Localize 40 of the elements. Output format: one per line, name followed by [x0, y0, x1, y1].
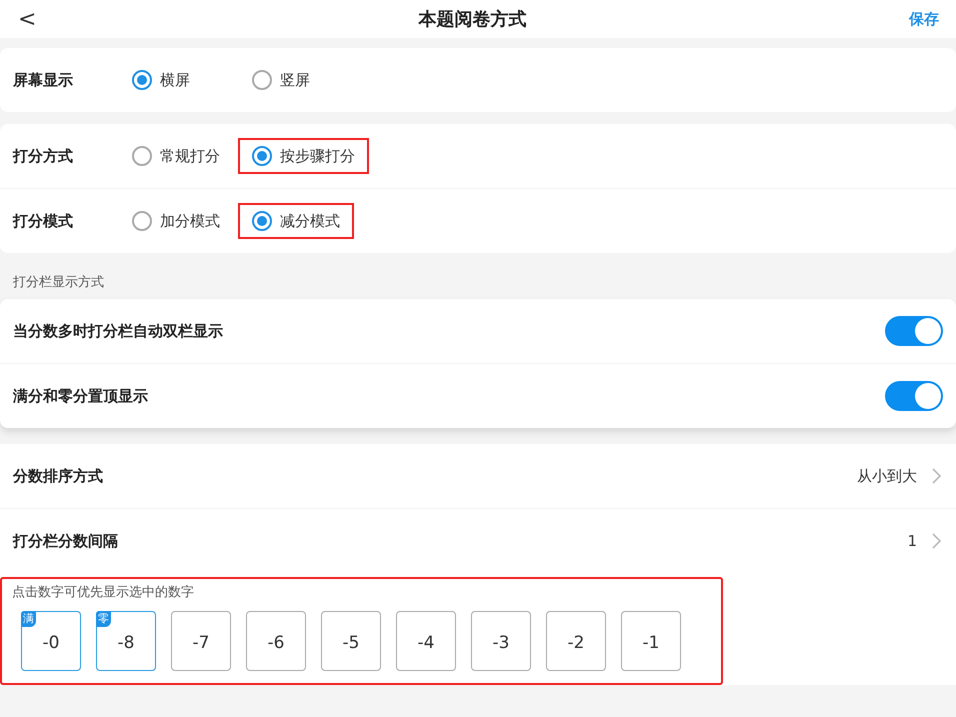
radio-label[interactable]: 减分模式 — [280, 212, 340, 230]
toggle-switch[interactable] — [885, 316, 943, 346]
radio-button[interactable] — [132, 146, 152, 166]
radio-label[interactable]: 竖屏 — [280, 70, 310, 90]
page-title: 本题阅卷方式 — [418, 8, 527, 31]
chevron-right-icon[interactable] — [931, 532, 943, 550]
setting-label: 当分数多时打分栏自动双栏显示 — [13, 322, 223, 340]
score-button[interactable]: -6 — [246, 611, 306, 671]
setting-value: 从小到大 — [857, 466, 917, 486]
score-button[interactable]: 零 -8 — [96, 611, 156, 671]
setting-value: 1 — [907, 532, 917, 550]
score-button[interactable]: 满 -0 — [21, 611, 81, 671]
radio-label[interactable]: 常规打分 — [160, 146, 220, 166]
setting-label: 打分栏分数间隔 — [13, 532, 118, 550]
radio-label[interactable]: 按步骤打分 — [280, 146, 355, 166]
score-badge: 零 — [96, 611, 111, 627]
radio-button[interactable] — [252, 146, 272, 166]
score-button[interactable]: -5 — [321, 611, 381, 671]
setting-label: 打分方式 — [13, 146, 74, 166]
radio-button[interactable] — [252, 211, 272, 231]
setting-label: 打分模式 — [13, 212, 74, 230]
radio-button[interactable] — [252, 70, 272, 90]
setting-label: 满分和零分置顶显示 — [13, 386, 148, 406]
radio-label[interactable]: 加分模式 — [160, 212, 220, 230]
score-button[interactable]: -4 — [396, 611, 456, 671]
back-button[interactable]: < — [18, 6, 36, 32]
hint-text: 点击数字可优先显示选中的数字 — [12, 584, 195, 601]
radio-button[interactable] — [132, 211, 152, 231]
score-button[interactable]: -1 — [621, 611, 681, 671]
chevron-right-icon[interactable] — [931, 467, 943, 485]
score-button[interactable]: -7 — [171, 611, 231, 671]
radio-button[interactable] — [132, 70, 152, 90]
score-button[interactable]: -2 — [546, 611, 606, 671]
score-badge: 满 — [21, 611, 36, 627]
section-label: 打分栏显示方式 — [12, 274, 105, 292]
setting-label: 屏幕显示 — [13, 70, 74, 90]
radio-label[interactable]: 横屏 — [160, 70, 190, 90]
toggle-switch[interactable] — [885, 381, 943, 411]
score-button[interactable]: -3 — [471, 611, 531, 671]
setting-label: 分数排序方式 — [13, 466, 103, 486]
